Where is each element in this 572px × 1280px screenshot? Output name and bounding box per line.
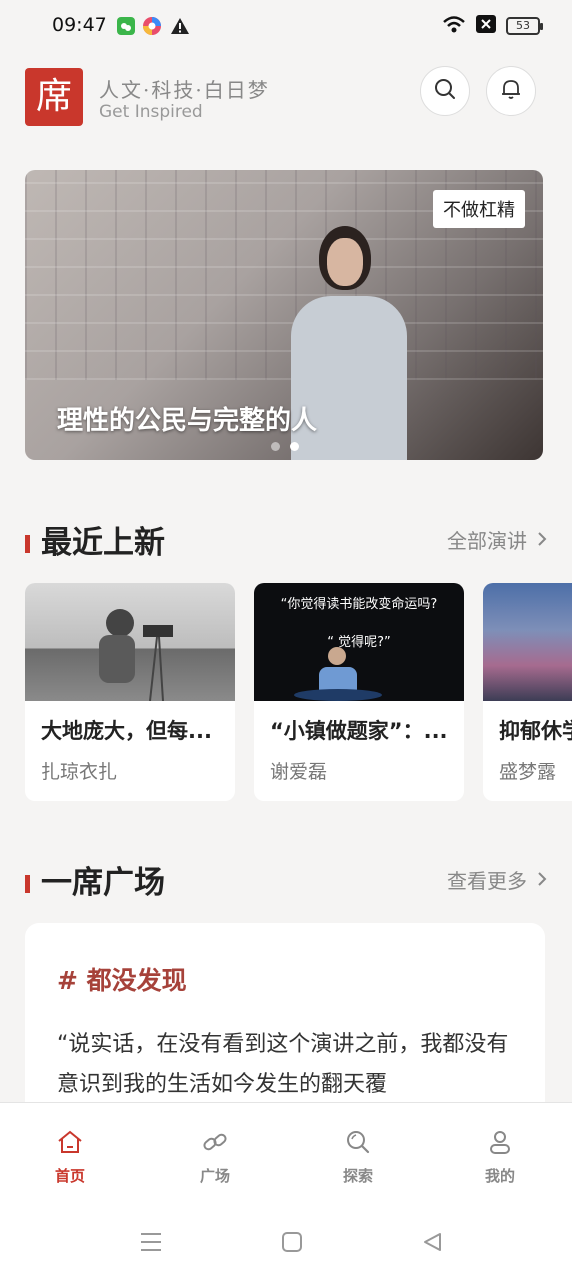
bottom-tab-bar: 首页 广场 探索 我的	[0, 1102, 572, 1202]
home-button-icon[interactable]	[282, 1232, 302, 1256]
tab-label: 探索	[342, 1167, 373, 1185]
tab-label: 我的	[484, 1167, 515, 1185]
wifi-icon	[442, 14, 466, 38]
battery-icon: 53	[506, 17, 543, 35]
carousel-dot[interactable]	[271, 442, 280, 451]
tab-home[interactable]: 首页	[30, 1129, 110, 1186]
talk-thumbnail	[483, 583, 572, 701]
status-time: 09:47	[52, 14, 107, 36]
talk-card[interactable]: “你觉得读书能改变命运吗? “ 觉得呢?” “小镇做题家”：... 谢爱磊	[254, 583, 464, 801]
section-accent-bar	[25, 875, 30, 893]
slogan: 人文·科技·白日梦	[99, 78, 270, 102]
post-topic[interactable]: # 都没发现	[57, 961, 187, 997]
system-navigation-bar	[0, 1202, 572, 1280]
tab-square[interactable]: 广场	[175, 1129, 255, 1186]
back-icon[interactable]	[422, 1232, 442, 1256]
talk-thumbnail: “你觉得读书能改变命运吗? “ 觉得呢?”	[254, 583, 464, 701]
app-logo: 席	[25, 68, 83, 126]
tab-explore[interactable]: 探索	[318, 1129, 398, 1186]
profile-icon	[486, 1131, 514, 1159]
recent-cards-list[interactable]: 大地庞大，但每... 扎琼衣扎 “你觉得读书能改变命运吗? “ 觉得呢?” “小…	[25, 583, 572, 803]
link-icon	[201, 1133, 229, 1159]
all-talks-label: 全部演讲	[447, 529, 527, 553]
banner-title: 理性的公民与完整的人	[57, 406, 318, 436]
recent-section-title: 最近上新	[41, 525, 165, 561]
talk-card[interactable]: 抑郁休学 盛梦露	[483, 583, 572, 801]
banner-tag: 不做杠精	[433, 190, 525, 228]
square-section-header: 一席广场 查看更多	[25, 857, 547, 901]
tab-label: 广场	[199, 1167, 230, 1185]
square-section-title: 一席广场	[41, 865, 165, 901]
tab-label: 首页	[54, 1167, 85, 1185]
carousel-dot-active[interactable]	[290, 442, 299, 451]
square-post-card[interactable]: # 都没发现 “说实话，在没有看到这个演讲之前，我都没有意识到我的生活如今发生的…	[25, 923, 545, 1123]
warning-icon	[170, 16, 190, 36]
sim-off-icon	[476, 15, 496, 37]
recent-apps-icon[interactable]	[140, 1232, 162, 1256]
chevron-right-icon	[537, 868, 547, 892]
talk-card[interactable]: 大地庞大，但每... 扎琼衣扎	[25, 583, 235, 801]
talk-thumbnail	[25, 583, 235, 701]
chevron-right-icon	[537, 528, 547, 552]
section-accent-bar	[25, 535, 30, 553]
all-talks-link[interactable]: 全部演讲	[447, 525, 547, 554]
wechat-icon	[116, 16, 136, 36]
carousel-indicator	[271, 442, 299, 451]
search-icon	[433, 77, 457, 105]
see-more-label: 查看更多	[447, 869, 527, 893]
recent-section-header: 最近上新 全部演讲	[25, 517, 547, 561]
slogan-en: Get Inspired	[99, 102, 203, 122]
tab-profile[interactable]: 我的	[460, 1129, 540, 1186]
home-icon	[56, 1130, 84, 1159]
explore-icon	[344, 1131, 372, 1159]
post-text: “说实话，在没有看到这个演讲之前，我都没有意识到我的生活如今发生的翻天覆	[57, 1032, 509, 1097]
see-more-link[interactable]: 查看更多	[447, 865, 547, 894]
talk-title: “小镇做题家”：...	[270, 719, 448, 743]
status-bar: 09:47 53	[0, 0, 572, 52]
talk-author: 谢爱磊	[270, 761, 328, 783]
app-header: 席 人文·科技·白日梦 Get Inspired	[25, 66, 545, 128]
search-button[interactable]	[420, 66, 470, 116]
talk-author: 盛梦露	[499, 761, 557, 783]
notification-button[interactable]	[486, 66, 536, 116]
app-icon	[142, 16, 162, 36]
talk-title: 抑郁休学	[499, 719, 572, 743]
talk-title: 大地庞大，但每...	[41, 719, 212, 743]
featured-banner[interactable]: 不做杠精 理性的公民与完整的人	[25, 170, 543, 460]
talk-author: 扎琼衣扎	[41, 761, 118, 783]
bell-icon	[499, 77, 523, 105]
